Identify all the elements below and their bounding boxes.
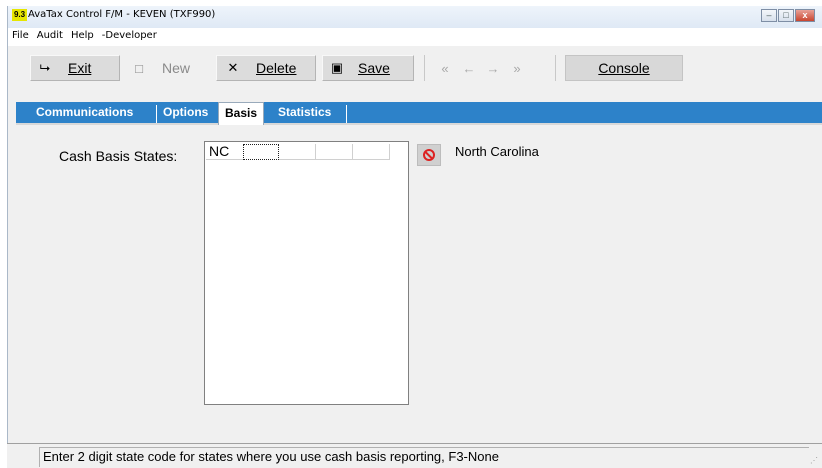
cash-basis-states-list[interactable]: NC — [204, 141, 409, 405]
new-document-icon: □ — [135, 60, 143, 76]
next-record-icon[interactable]: → — [481, 61, 505, 76]
exit-label: Exit — [68, 60, 92, 76]
toolbar-divider — [555, 55, 556, 81]
exit-door-icon: ⮡ — [39, 60, 51, 75]
menu-file[interactable]: File — [8, 28, 33, 46]
state-cell[interactable] — [316, 144, 353, 160]
menu-audit[interactable]: Audit — [33, 28, 67, 46]
tab-communications[interactable]: Communications — [30, 102, 139, 123]
record-navigation: « ← → » — [433, 55, 529, 81]
menu-developer[interactable]: -Developer — [98, 28, 161, 46]
maximize-button[interactable]: □ — [778, 9, 794, 22]
state-cell[interactable] — [353, 144, 390, 160]
tab-separator — [346, 105, 347, 123]
save-label: Save — [358, 60, 390, 76]
menu-bar: File Audit Help -Developer — [8, 28, 822, 46]
tab-statistics[interactable]: Statistics — [272, 102, 337, 123]
states-row: NC — [206, 144, 390, 160]
toolbar-divider — [424, 55, 425, 81]
window-title: AvaTax Control F/M - KEVEN (TXF990) — [28, 9, 216, 20]
menu-help[interactable]: Help — [67, 28, 98, 46]
console-button[interactable]: Console — [565, 55, 683, 81]
previous-record-icon[interactable]: ← — [457, 61, 481, 76]
last-record-icon[interactable]: » — [505, 61, 529, 76]
title-bar[interactable]: 9.3 AvaTax Control F/M - KEVEN (TXF990) … — [8, 6, 822, 28]
save-disk-icon: ▣ — [330, 60, 344, 75]
resize-grip-icon[interactable]: ⋰ — [810, 456, 818, 465]
new-button[interactable]: □ New — [128, 55, 190, 81]
clear-state-button[interactable] — [417, 144, 441, 166]
state-cell-focused[interactable] — [243, 144, 279, 160]
window-controls: – □ x — [760, 9, 815, 22]
cash-basis-states-label: Cash Basis States: — [59, 148, 178, 164]
basis-panel — [16, 127, 822, 438]
exit-button[interactable]: ⮡ Exit — [34, 55, 92, 81]
selected-state-name: North Carolina — [455, 144, 539, 159]
minimize-button[interactable]: – — [761, 9, 777, 22]
no-entry-icon — [423, 149, 435, 161]
status-message: Enter 2 digit state code for states wher… — [43, 449, 499, 464]
tab-basis[interactable]: Basis — [218, 102, 265, 125]
first-record-icon[interactable]: « — [433, 61, 457, 76]
state-cell[interactable] — [279, 144, 316, 160]
delete-x-icon: ✕ — [227, 60, 239, 75]
delete-button[interactable]: ✕ Delete — [222, 55, 297, 81]
close-button[interactable]: x — [795, 9, 815, 22]
save-button[interactable]: ▣ Save — [326, 55, 390, 81]
state-cell[interactable]: NC — [206, 144, 243, 160]
app-version-badge: 9.3 — [12, 9, 27, 21]
console-label: Console — [598, 60, 650, 76]
delete-label: Delete — [256, 60, 297, 76]
tab-options[interactable]: Options — [157, 102, 214, 123]
tab-bar: Communications Options Basis Statistics — [16, 102, 822, 125]
new-label: New — [162, 60, 191, 76]
